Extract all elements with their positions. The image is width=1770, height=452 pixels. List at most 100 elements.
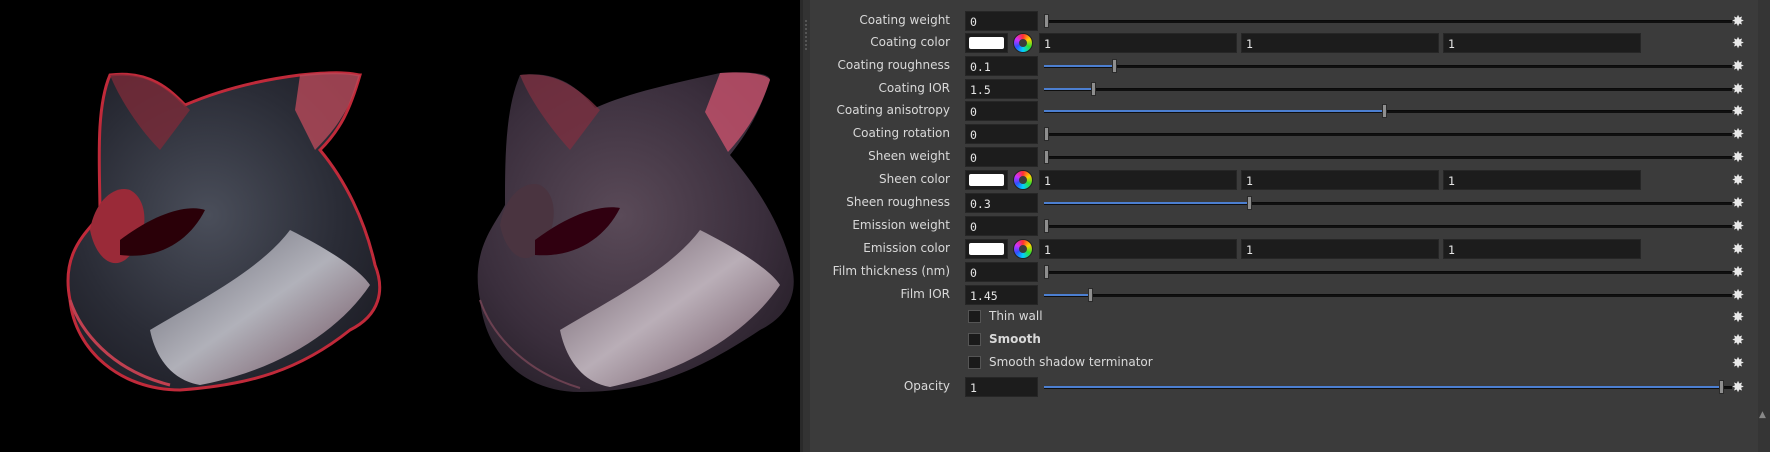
checkbox[interactable] [968, 333, 981, 346]
value-field[interactable]: 0.3 [965, 193, 1038, 213]
param-row: Film IOR 1.45 ✸ [810, 283, 1770, 307]
value-slider[interactable] [1044, 260, 1732, 284]
checkbox[interactable] [968, 356, 981, 369]
value-slider[interactable] [1044, 122, 1732, 146]
color-swatch[interactable] [965, 33, 1008, 53]
gear-icon[interactable]: ✸ [1728, 377, 1748, 397]
slider-handle[interactable] [1091, 82, 1097, 96]
slider-handle[interactable] [1246, 196, 1252, 210]
slider-fill [1044, 202, 1247, 204]
value-slider[interactable] [1044, 191, 1732, 215]
param-label: Coating anisotropy [836, 103, 950, 117]
slider-handle[interactable] [1087, 288, 1093, 302]
gear-icon[interactable]: ✸ [1728, 170, 1748, 190]
gear-icon[interactable]: ✸ [1728, 330, 1748, 350]
slider-track [1044, 271, 1732, 274]
slider-track [1044, 225, 1732, 228]
value-slider[interactable] [1044, 54, 1732, 78]
value-field[interactable]: 0.1 [965, 56, 1038, 76]
color-component-field[interactable]: 1 [1443, 170, 1641, 190]
gear-icon[interactable]: ✸ [1728, 307, 1748, 327]
value-slider[interactable] [1044, 99, 1732, 123]
value-slider[interactable] [1044, 145, 1732, 169]
slider-handle[interactable] [1044, 127, 1049, 141]
scroll-arrow-icon[interactable]: ▲ [1759, 410, 1766, 420]
param-row: Sheen color 1 1 1 ✸ [810, 168, 1770, 192]
param-row: Coating roughness 0.1 ✸ [810, 54, 1770, 78]
slider-handle[interactable] [1719, 380, 1724, 394]
color-component-field[interactable]: 1 [1241, 239, 1439, 259]
viewport-render [66, 71, 794, 392]
gear-icon[interactable]: ✸ [1728, 33, 1748, 53]
clipped-previous-row [965, 0, 1732, 2]
value-field[interactable]: 0 [965, 11, 1038, 31]
gear-icon[interactable]: ✸ [1728, 101, 1748, 121]
value-slider[interactable] [1044, 77, 1732, 101]
gear-icon[interactable]: ✸ [1728, 11, 1748, 31]
gear-icon[interactable]: ✸ [1728, 56, 1748, 76]
checkbox-label: Smooth [989, 332, 1041, 346]
splitter-handle[interactable] [803, 0, 810, 452]
value-field[interactable]: 0 [965, 262, 1038, 282]
color-wheel-icon[interactable] [1013, 170, 1033, 190]
param-row: Opacity 1 ✸ [810, 375, 1770, 399]
checkbox[interactable] [968, 310, 981, 323]
param-row: Emission color 1 1 1 ✸ [810, 237, 1770, 261]
color-component-field[interactable]: 1 [1039, 239, 1237, 259]
value-slider[interactable] [1044, 283, 1732, 307]
color-component-field[interactable]: 1 [1039, 170, 1237, 190]
splitter-grip [805, 20, 807, 50]
gear-icon[interactable]: ✸ [1728, 262, 1748, 282]
gear-icon[interactable]: ✸ [1728, 239, 1748, 259]
value-field[interactable]: 0 [965, 216, 1038, 236]
slider-handle[interactable] [1044, 219, 1049, 233]
value-field[interactable]: 1.45 [965, 285, 1038, 305]
param-label: Film thickness (nm) [832, 264, 950, 278]
value-field[interactable]: 0 [965, 124, 1038, 144]
gear-icon[interactable]: ✸ [1728, 285, 1748, 305]
gear-icon[interactable]: ✸ [1728, 193, 1748, 213]
color-component-field[interactable]: 1 [1241, 33, 1439, 53]
value-slider[interactable] [1044, 214, 1732, 238]
param-label: Sheen color [879, 172, 950, 186]
value-slider[interactable] [1044, 9, 1732, 33]
color-component-field[interactable]: 1 [1039, 33, 1237, 53]
param-row: Coating IOR 1.5 ✸ [810, 77, 1770, 101]
3d-viewport[interactable] [0, 0, 800, 452]
param-label: Emission color [863, 241, 950, 255]
slider-handle[interactable] [1044, 150, 1049, 164]
color-swatch[interactable] [965, 239, 1008, 259]
color-swatch[interactable] [965, 170, 1008, 190]
param-label: Coating roughness [837, 58, 950, 72]
slider-track [1044, 294, 1732, 297]
color-component-field[interactable]: 1 [1443, 239, 1641, 259]
slider-handle[interactable] [1044, 265, 1049, 279]
param-label: Coating rotation [852, 126, 950, 140]
slider-track [1044, 133, 1732, 136]
gear-icon[interactable]: ✸ [1728, 353, 1748, 373]
param-label: Film IOR [900, 287, 950, 301]
color-wheel-icon[interactable] [1013, 33, 1033, 53]
slider-handle[interactable] [1381, 104, 1387, 118]
param-row: Smooth ✸ [810, 328, 1770, 352]
color-component-field[interactable]: 1 [1241, 170, 1439, 190]
gear-icon[interactable]: ✸ [1728, 124, 1748, 144]
slider-track [1044, 65, 1732, 68]
param-label: Emission weight [852, 218, 950, 232]
param-row: Sheen weight 0 ✸ [810, 145, 1770, 169]
value-field[interactable]: 1 [965, 377, 1038, 397]
value-slider[interactable] [1044, 375, 1732, 399]
color-wheel-icon[interactable] [1013, 239, 1033, 259]
value-field[interactable]: 0 [965, 101, 1038, 121]
param-row: Coating color 1 1 1 ✸ [810, 31, 1770, 55]
gear-icon[interactable]: ✸ [1728, 79, 1748, 99]
gear-icon[interactable]: ✸ [1728, 216, 1748, 236]
color-component-field[interactable]: 1 [1443, 33, 1641, 53]
slider-handle[interactable] [1044, 14, 1049, 28]
value-field[interactable]: 0 [965, 147, 1038, 167]
param-row: Coating weight 0 ✸ [810, 9, 1770, 33]
value-field[interactable]: 1.5 [965, 79, 1038, 99]
gear-icon[interactable]: ✸ [1728, 147, 1748, 167]
param-label: Coating color [870, 35, 950, 49]
slider-handle[interactable] [1111, 59, 1117, 73]
